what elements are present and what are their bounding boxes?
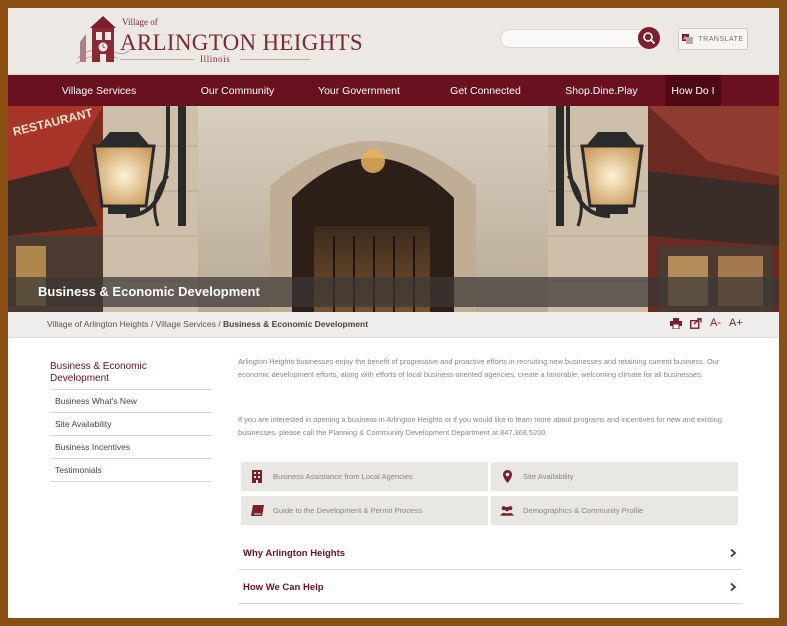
sidebar-nav: Business What's New Site Availability Bu… <box>50 389 211 482</box>
tile-development-guide[interactable]: Guide to the Development & Permit Proces… <box>241 496 488 525</box>
village-of-label: Village of <box>122 17 158 27</box>
tile-label: Site Availability <box>523 472 574 481</box>
tile-business-assistance[interactable]: Business Assistance from Local Agencies <box>241 462 488 491</box>
nav-label: Get Connected <box>450 84 521 97</box>
chevron-right-icon <box>730 582 737 592</box>
book-icon <box>250 504 264 518</box>
font-decrease-button[interactable]: A- <box>710 317 721 329</box>
sidebar-item-testimonials[interactable]: Testimonials <box>50 459 211 482</box>
nav-get-connected[interactable]: Get Connected <box>433 75 538 106</box>
map-pin-icon <box>500 470 514 484</box>
search-input[interactable] <box>500 29 648 48</box>
accordion-how-we-can-help[interactable]: How We Can Help <box>239 571 742 604</box>
sidebar-item-business-incentives[interactable]: Business Incentives <box>50 436 211 459</box>
nav-label: How Do I <box>671 84 715 97</box>
translate-icon: A <box>682 34 694 44</box>
nav-label: Shop.Dine.Play <box>565 84 638 97</box>
print-button[interactable] <box>670 317 682 329</box>
breadcrumb-separator: / <box>150 319 154 329</box>
building-icon <box>250 470 264 484</box>
share-icon <box>690 317 702 329</box>
nav-our-community[interactable]: Our Community <box>190 75 285 106</box>
search-icon <box>643 32 655 44</box>
translate-label: TRANSLATE <box>698 35 744 43</box>
page-title: Business & Economic Development <box>38 284 260 299</box>
translate-button[interactable]: A TRANSLATE <box>678 28 748 50</box>
nav-label: Our Community <box>200 84 275 97</box>
sidebar-item-business-whats-new[interactable]: Business What's New <box>50 390 211 413</box>
tile-label: Demographics & Community Profile <box>523 506 644 515</box>
state-divider-right <box>240 59 310 60</box>
search-button[interactable] <box>638 27 660 49</box>
print-icon <box>670 317 682 329</box>
accordion-label: Why Arlington Heights <box>243 547 346 559</box>
tile-site-availability[interactable]: Site Availability <box>491 462 738 491</box>
page: Village of ARLINGTON HEIGHTS Illinois A … <box>8 8 779 618</box>
nav-how-do-i[interactable]: How Do I <box>665 75 721 106</box>
svg-text:A: A <box>684 36 688 42</box>
nav-your-government[interactable]: Your Government <box>285 75 433 106</box>
nav-label: Village Services <box>61 84 137 97</box>
state-divider-left <box>120 59 194 60</box>
contact-paragraph: If you are interested in opening a busin… <box>238 415 722 437</box>
nav-label: Your Government <box>318 84 400 97</box>
tile-demographics[interactable]: Demographics & Community Profile <box>491 496 738 525</box>
breadcrumb-current: Business & Economic Development <box>223 319 369 329</box>
main-nav: Village Services Our Community Your Gove… <box>8 75 779 106</box>
hero-banner: RESTAURANT Business & Economic Developme… <box>8 106 779 316</box>
page-tools: A- A+ <box>670 317 743 329</box>
people-icon <box>500 504 514 518</box>
nav-shop-dine-play[interactable]: Shop.Dine.Play <box>538 75 665 106</box>
breadcrumb-home-link[interactable]: Village of Arlington Heights <box>47 319 148 329</box>
tile-label: Business Assistance from Local Agencies <box>273 472 413 481</box>
sidebar-item-site-availability[interactable]: Site Availability <box>50 413 211 436</box>
chevron-right-icon <box>730 548 737 558</box>
breadcrumb-village-services-link[interactable]: Village Services <box>156 319 216 329</box>
state-label: Illinois <box>200 54 231 64</box>
tile-label: Guide to the Development & Permit Proces… <box>273 506 422 515</box>
breadcrumb-separator: / <box>218 319 221 329</box>
share-button[interactable] <box>690 317 702 329</box>
site-header: Village of ARLINGTON HEIGHTS Illinois A … <box>8 8 779 75</box>
accordion-label: How We Can Help <box>243 581 324 593</box>
breadcrumb: Village of Arlington Heights / Village S… <box>47 319 368 329</box>
accordion-why-arlington-heights[interactable]: Why Arlington Heights <box>239 537 742 570</box>
sidebar-title[interactable]: Business & Economic Development <box>50 361 200 385</box>
intro-paragraph: Arlington Heights businesses enjoy the b… <box>238 357 720 379</box>
site-name[interactable]: ARLINGTON HEIGHTS <box>120 30 363 56</box>
nav-village-services[interactable]: Village Services <box>8 75 190 106</box>
font-increase-button[interactable]: A+ <box>729 317 743 329</box>
search-box <box>500 28 648 50</box>
